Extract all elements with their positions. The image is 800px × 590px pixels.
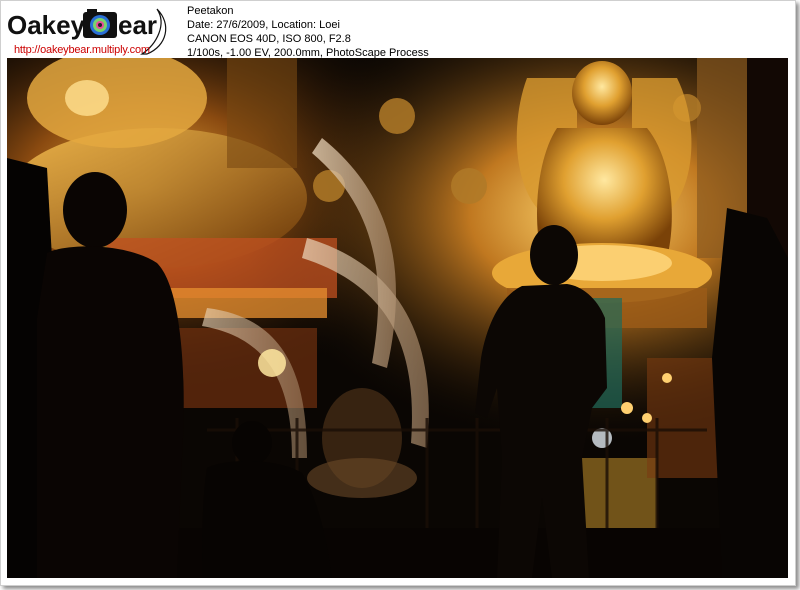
oakeybear-logo: Oakey ear http://oakeybear.multiply.com [7,4,177,56]
header: Oakey ear http://oakeybear.multiply.com … [1,1,795,60]
camera-text: CANON EOS 40D, ISO 800, F2.8 [187,33,351,45]
svg-text:ear: ear [118,10,157,40]
date-location-text: Date: 27/6/2009, Location: Loei [187,19,340,31]
watermark-url: http://oakeybear.multiply.com [14,44,150,56]
photo-frame: Oakey ear http://oakeybear.multiply.com … [0,0,796,586]
author-text: Peetakon [187,5,234,17]
temple-photo [7,58,788,578]
svg-text:Oakey: Oakey [7,10,86,40]
photo-scene [7,58,788,578]
photo-metadata: Peetakon Date: 27/6/2009, Location: Loei… [187,4,429,60]
